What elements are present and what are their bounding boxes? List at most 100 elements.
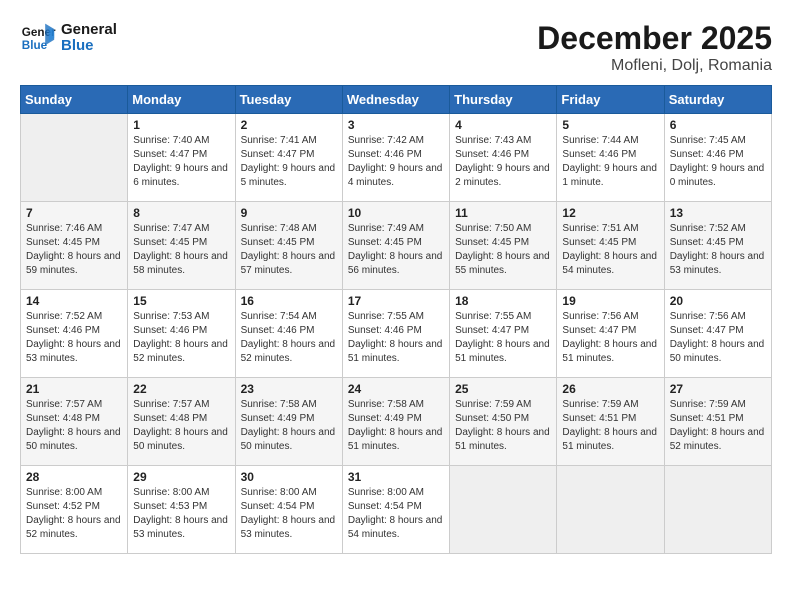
weekday-header: Thursday: [450, 86, 557, 114]
day-info: Sunrise: 7:58 AMSunset: 4:49 PMDaylight:…: [241, 398, 337, 454]
calendar-cell: 13 Sunrise: 7:52 AMSunset: 4:45 PMDayligh…: [664, 202, 771, 290]
day-info: Sunrise: 7:52 AMSunset: 4:45 PMDaylight:…: [670, 222, 766, 278]
day-number: 3: [348, 118, 444, 132]
day-info: Sunrise: 7:40 AMSunset: 4:47 PMDaylight:…: [133, 134, 229, 190]
day-number: 15: [133, 294, 229, 308]
calendar-week-row: 28 Sunrise: 8:00 AMSunset: 4:52 PMDayligh…: [21, 466, 772, 554]
day-info: Sunrise: 7:50 AMSunset: 4:45 PMDaylight:…: [455, 222, 551, 278]
calendar-cell: 27Sunrise: 7:59 AMSunset: 4:51 PMDayligh…: [664, 378, 771, 466]
location: Mofleni, Dolj, Romania: [537, 57, 772, 75]
calendar-table: SundayMondayTuesdayWednesdayThursdayFrid…: [20, 85, 772, 554]
calendar-cell: [664, 466, 771, 554]
day-number: 23: [241, 382, 337, 396]
logo-line1: General: [61, 22, 117, 39]
calendar-cell: 17 Sunrise: 7:55 AMSunset: 4:46 PMDayligh…: [342, 290, 449, 378]
day-info: Sunrise: 8:00 AMSunset: 4:52 PMDaylight:…: [26, 486, 122, 542]
calendar-cell: 10Sunrise: 7:49 AMSunset: 4:45 PMDayligh…: [342, 202, 449, 290]
day-number: 5: [562, 118, 658, 132]
day-number: 13: [670, 206, 766, 220]
day-info: Sunrise: 8:00 AMSunset: 4:54 PMDaylight:…: [241, 486, 337, 542]
logo-text-block: General Blue: [61, 22, 117, 55]
calendar-cell: 15 Sunrise: 7:53 AMSunset: 4:46 PMDayligh…: [128, 290, 235, 378]
calendar-cell: 30 Sunrise: 8:00 AMSunset: 4:54 PMDayligh…: [235, 466, 342, 554]
day-info: Sunrise: 8:00 AMSunset: 4:54 PMDaylight:…: [348, 486, 444, 542]
day-number: 1: [133, 118, 229, 132]
day-number: 11: [455, 206, 551, 220]
day-info: Sunrise: 7:53 AMSunset: 4:46 PMDaylight:…: [133, 310, 229, 366]
calendar-cell: 28 Sunrise: 8:00 AMSunset: 4:52 PMDayligh…: [21, 466, 128, 554]
calendar-cell: 18Sunrise: 7:55 AMSunset: 4:47 PMDayligh…: [450, 290, 557, 378]
calendar-cell: 21Sunrise: 7:57 AMSunset: 4:48 PMDayligh…: [21, 378, 128, 466]
calendar-cell: 23 Sunrise: 7:58 AMSunset: 4:49 PMDayligh…: [235, 378, 342, 466]
calendar-cell: 19 Sunrise: 7:56 AMSunset: 4:47 PMDayligh…: [557, 290, 664, 378]
day-number: 6: [670, 118, 766, 132]
day-info: Sunrise: 7:47 AMSunset: 4:45 PMDaylight:…: [133, 222, 229, 278]
weekday-header: Tuesday: [235, 86, 342, 114]
calendar-cell: 8 Sunrise: 7:47 AMSunset: 4:45 PMDaylight…: [128, 202, 235, 290]
calendar-cell: 29Sunrise: 8:00 AMSunset: 4:53 PMDayligh…: [128, 466, 235, 554]
calendar-cell: 20 Sunrise: 7:56 AMSunset: 4:47 PMDayligh…: [664, 290, 771, 378]
calendar-week-row: 21Sunrise: 7:57 AMSunset: 4:48 PMDayligh…: [21, 378, 772, 466]
weekday-header: Sunday: [21, 86, 128, 114]
day-info: Sunrise: 7:57 AMSunset: 4:48 PMDaylight:…: [26, 398, 122, 454]
logo-line2: Blue: [61, 38, 117, 55]
day-info: Sunrise: 7:55 AMSunset: 4:46 PMDaylight:…: [348, 310, 444, 366]
day-info: Sunrise: 7:56 AMSunset: 4:47 PMDaylight:…: [670, 310, 766, 366]
day-info: Sunrise: 7:56 AMSunset: 4:47 PMDaylight:…: [562, 310, 658, 366]
weekday-header: Friday: [557, 86, 664, 114]
day-number: 31: [348, 470, 444, 484]
page-header: General Blue General Blue December 2025 …: [20, 20, 772, 75]
day-number: 28: [26, 470, 122, 484]
logo-icon: General Blue: [20, 20, 56, 56]
calendar-cell: [557, 466, 664, 554]
day-number: 9: [241, 206, 337, 220]
day-info: Sunrise: 7:52 AMSunset: 4:46 PMDaylight:…: [26, 310, 122, 366]
day-number: 19: [562, 294, 658, 308]
calendar-cell: 11 Sunrise: 7:50 AMSunset: 4:45 PMDayligh…: [450, 202, 557, 290]
day-info: Sunrise: 7:49 AMSunset: 4:45 PMDaylight:…: [348, 222, 444, 278]
day-info: Sunrise: 7:43 AMSunset: 4:46 PMDaylight:…: [455, 134, 551, 190]
calendar-cell: 16Sunrise: 7:54 AMSunset: 4:46 PMDayligh…: [235, 290, 342, 378]
calendar-week-row: 7 Sunrise: 7:46 AMSunset: 4:45 PMDaylight…: [21, 202, 772, 290]
day-info: Sunrise: 7:54 AMSunset: 4:46 PMDaylight:…: [241, 310, 337, 366]
day-number: 24: [348, 382, 444, 396]
day-number: 4: [455, 118, 551, 132]
day-info: Sunrise: 7:46 AMSunset: 4:45 PMDaylight:…: [26, 222, 122, 278]
day-info: Sunrise: 7:58 AMSunset: 4:49 PMDaylight:…: [348, 398, 444, 454]
day-info: Sunrise: 7:44 AMSunset: 4:46 PMDaylight:…: [562, 134, 658, 190]
day-info: Sunrise: 7:41 AMSunset: 4:47 PMDaylight:…: [241, 134, 337, 190]
day-number: 30: [241, 470, 337, 484]
day-number: 12: [562, 206, 658, 220]
weekday-header: Monday: [128, 86, 235, 114]
title-block: December 2025 Mofleni, Dolj, Romania: [537, 20, 772, 75]
day-number: 8: [133, 206, 229, 220]
calendar-cell: 7 Sunrise: 7:46 AMSunset: 4:45 PMDaylight…: [21, 202, 128, 290]
calendar-cell: 12 Sunrise: 7:51 AMSunset: 4:45 PMDayligh…: [557, 202, 664, 290]
day-info: Sunrise: 7:45 AMSunset: 4:46 PMDaylight:…: [670, 134, 766, 190]
calendar-cell: 3Sunrise: 7:42 AMSunset: 4:46 PMDaylight…: [342, 114, 449, 202]
day-info: Sunrise: 7:59 AMSunset: 4:51 PMDaylight:…: [562, 398, 658, 454]
logo: General Blue General Blue: [20, 20, 117, 56]
calendar-week-row: 14Sunrise: 7:52 AMSunset: 4:46 PMDayligh…: [21, 290, 772, 378]
day-number: 20: [670, 294, 766, 308]
day-info: Sunrise: 7:51 AMSunset: 4:45 PMDaylight:…: [562, 222, 658, 278]
svg-text:Blue: Blue: [22, 39, 48, 52]
day-number: 17: [348, 294, 444, 308]
weekday-header-row: SundayMondayTuesdayWednesdayThursdayFrid…: [21, 86, 772, 114]
day-number: 18: [455, 294, 551, 308]
calendar-cell: 26 Sunrise: 7:59 AMSunset: 4:51 PMDayligh…: [557, 378, 664, 466]
weekday-header: Wednesday: [342, 86, 449, 114]
calendar-cell: 24 Sunrise: 7:58 AMSunset: 4:49 PMDayligh…: [342, 378, 449, 466]
day-number: 2: [241, 118, 337, 132]
day-info: Sunrise: 8:00 AMSunset: 4:53 PMDaylight:…: [133, 486, 229, 542]
day-number: 27: [670, 382, 766, 396]
day-number: 7: [26, 206, 122, 220]
calendar-cell: [450, 466, 557, 554]
calendar-cell: 22Sunrise: 7:57 AMSunset: 4:48 PMDayligh…: [128, 378, 235, 466]
month-title: December 2025: [537, 20, 772, 57]
day-number: 26: [562, 382, 658, 396]
day-info: Sunrise: 7:57 AMSunset: 4:48 PMDaylight:…: [133, 398, 229, 454]
day-info: Sunrise: 7:59 AMSunset: 4:50 PMDaylight:…: [455, 398, 551, 454]
calendar-cell: 4 Sunrise: 7:43 AMSunset: 4:46 PMDaylight…: [450, 114, 557, 202]
calendar-cell: 25Sunrise: 7:59 AMSunset: 4:50 PMDayligh…: [450, 378, 557, 466]
